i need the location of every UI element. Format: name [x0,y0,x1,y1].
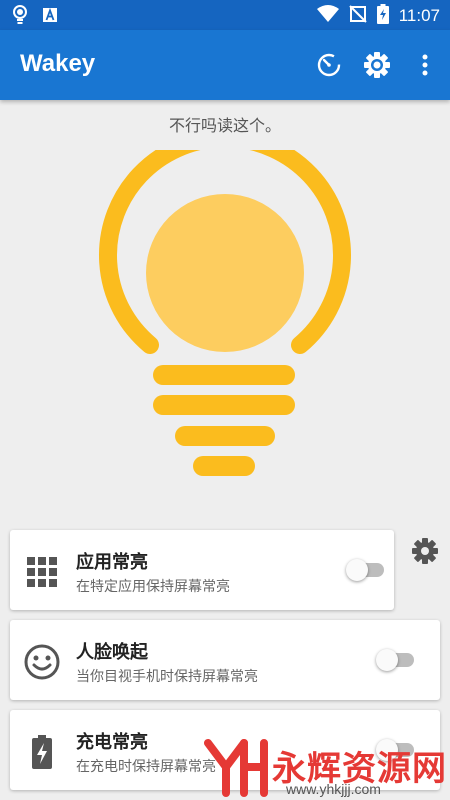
wifi-icon [316,5,339,27]
card-face-wake[interactable]: 人脸唤起 当你目视手机时保持屏幕常亮 [10,620,440,700]
card-title: 充电常亮 [76,732,148,753]
switch-thumb [346,559,368,581]
card-title: 人脸唤起 [76,642,148,663]
bulb-line-4 [193,456,255,476]
bulb-glow [146,194,304,352]
card-app-keep-awake[interactable]: 应用常亮 在特定应用保持屏幕常亮 [10,530,394,610]
app-title: Wakey [20,50,96,77]
app-bar: Wakey [0,30,450,100]
lightbulb-icon [12,5,28,29]
app-settings-gear-icon[interactable] [408,534,442,568]
status-time: 11:07 [398,6,440,25]
brightness-settings-icon[interactable] [360,48,394,82]
bulb-toggle[interactable] [95,129,355,480]
card-title: 应用常亮 [76,552,148,573]
watermark-url: www.yhkjjj.com [286,781,381,797]
face-wake-switch[interactable] [376,647,416,673]
card-subtitle: 在充电时保持屏幕常亮 [76,759,216,775]
app-keep-awake-switch[interactable] [346,557,386,583]
bulb-line-1 [153,365,295,385]
bulb-line-3 [175,426,275,446]
battery-charging-icon [376,4,389,28]
watermark: 永辉资源网 www.yhkjjj.com [200,735,450,800]
apps-grid-icon [24,554,60,590]
no-sim-icon [349,5,367,27]
battery-charging-icon [24,734,60,770]
watermark-logo-icon [204,739,268,797]
timer-icon[interactable] [312,48,346,82]
more-vert-icon[interactable] [408,48,442,82]
switch-thumb [376,649,398,671]
face-icon [24,644,60,680]
bulb-line-2 [153,395,295,415]
hint-text: 不行吗读这个。 [168,116,281,135]
a-notification-icon [42,7,58,27]
card-subtitle: 当你目视手机时保持屏幕常亮 [76,669,258,685]
card-subtitle: 在特定应用保持屏幕常亮 [76,579,230,595]
status-bar: 11:07 [0,0,450,30]
